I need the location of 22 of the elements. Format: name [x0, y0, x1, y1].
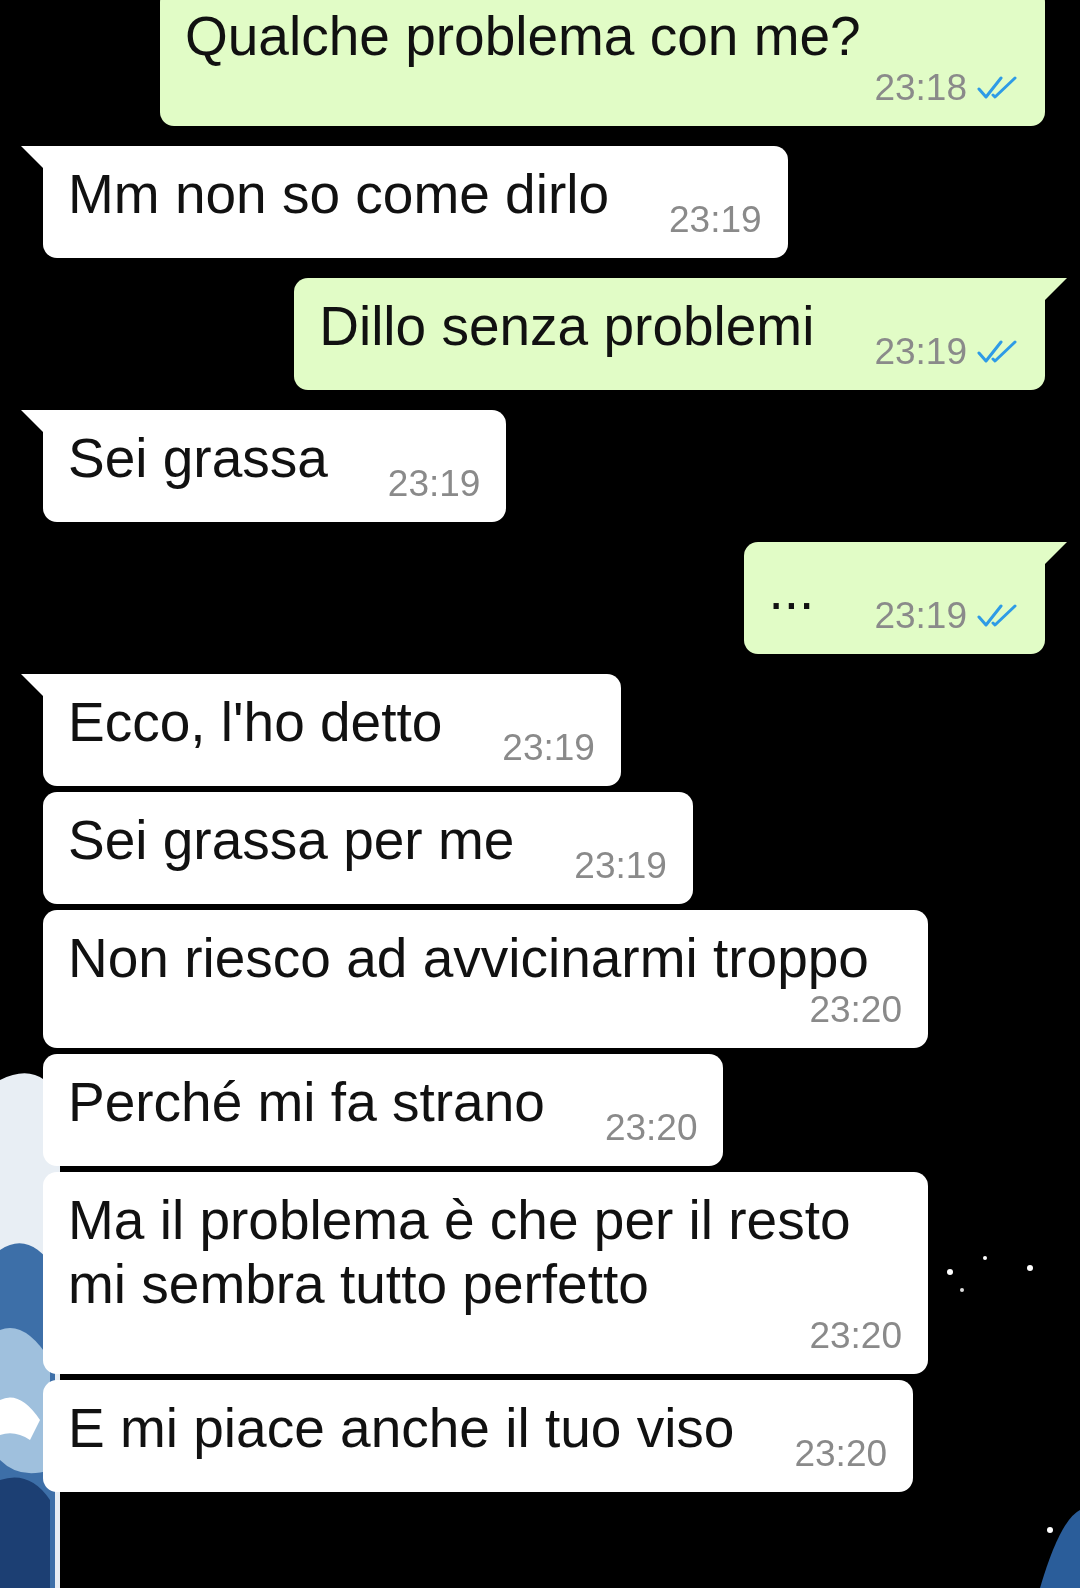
- message-time: 23:19: [874, 332, 967, 372]
- message-text: Non riesco ad avvicinarmi troppo: [68, 926, 869, 990]
- message-text: ...: [768, 558, 815, 622]
- message-time: 23:20: [794, 1434, 888, 1474]
- message-time: 23:20: [809, 1316, 902, 1356]
- message-text: Sei grassa per me: [68, 808, 515, 872]
- message-time: 23:19: [574, 846, 667, 886]
- message-text: Ecco, l'ho detto: [68, 690, 443, 754]
- message-time: 23:19: [874, 596, 967, 636]
- message-time: 23:20: [809, 990, 902, 1030]
- message-time: 23:18: [874, 68, 967, 108]
- message-time: 23:20: [604, 1108, 698, 1148]
- message-text: E mi piace anche il tuo viso: [68, 1396, 735, 1460]
- message-text: Dillo senza problemi: [319, 294, 815, 358]
- message-time: 23:19: [387, 464, 481, 504]
- message-time: 23:19: [502, 728, 595, 768]
- message-time: 23:19: [669, 200, 762, 240]
- message-text: Perché mi fa strano: [68, 1070, 545, 1134]
- message-text: Qualche problema con me?: [185, 4, 861, 68]
- message-text: Ma il problema è che per il resto mi sembra tutto perfetto: [68, 1188, 852, 1316]
- message-text: Mm non so come dirlo: [68, 162, 610, 226]
- message-text: Sei grassa: [68, 426, 328, 490]
